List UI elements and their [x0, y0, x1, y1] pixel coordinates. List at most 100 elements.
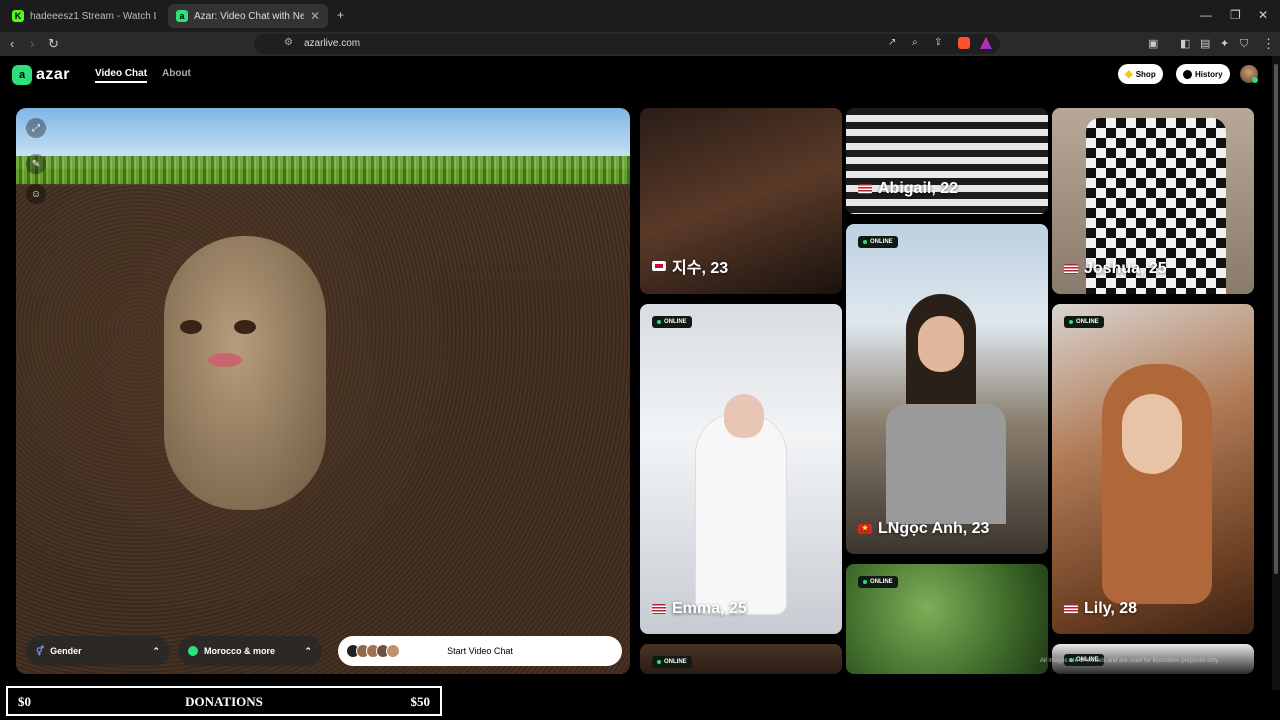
gender-icon: ⚥ — [36, 645, 45, 656]
brave-shields-icon[interactable] — [958, 37, 970, 49]
back-icon[interactable]: ‹ — [10, 36, 14, 52]
browser-tab-bar: K hadeeesz1 Stream - Watch Live on K a A… — [0, 0, 1280, 32]
browser-tab-azar[interactable]: a Azar: Video Chat with New P ✕ — [168, 4, 328, 28]
site-settings-icon[interactable]: ⚙ — [284, 37, 293, 48]
profile-card[interactable]: 지수, 23 — [640, 108, 842, 294]
online-badge: ONLINE — [652, 316, 692, 328]
start-label: Start Video Chat — [447, 646, 513, 656]
profile-photo — [1122, 394, 1182, 474]
face-filter-icon[interactable]: ☺ — [26, 184, 46, 204]
profile-card[interactable]: ONLINE — [846, 564, 1048, 674]
grass-background — [16, 156, 630, 186]
browser-tab-kick[interactable]: K hadeeesz1 Stream - Watch Live on K — [4, 4, 164, 28]
sidebar-icon[interactable]: ◧ — [1180, 36, 1190, 52]
new-tab-button[interactable]: + — [337, 8, 344, 22]
potato-left-eye — [180, 320, 202, 334]
page-scrollbar[interactable] — [1272, 56, 1280, 690]
chevron-up-icon: ⌃ — [152, 645, 160, 656]
profile-card[interactable]: ONLINE Lily, 28 — [1052, 304, 1254, 634]
reload-icon[interactable]: ↻ — [48, 36, 59, 52]
online-status-dot — [1252, 77, 1258, 83]
nav-video-chat[interactable]: Video Chat — [95, 68, 148, 83]
gem-icon: ◆ — [1125, 68, 1133, 80]
online-dot-icon — [657, 320, 661, 324]
donations-overlay: $0 DONATIONS $50 — [6, 686, 442, 716]
profile-name: ★ LNgọc Anh, 23 — [858, 520, 989, 538]
gender-filter[interactable]: ⚥ Gender ⌃ — [26, 636, 170, 666]
start-video-chat-button[interactable]: Start Video Chat — [338, 636, 622, 666]
region-label: Morocco & more — [204, 646, 276, 656]
online-dot-icon — [863, 240, 867, 244]
us-flag-icon — [1064, 604, 1078, 614]
donations-title: DONATIONS — [185, 694, 263, 709]
reader-icon[interactable]: ▣ — [1148, 36, 1158, 52]
profile-photo — [696, 414, 786, 614]
zoom-icon[interactable]: ⌕ — [912, 37, 918, 48]
us-flag-icon — [652, 604, 666, 614]
profile-card[interactable]: ONLINE Emma, 25 — [640, 304, 842, 634]
profile-card[interactable]: ONLINE — [640, 644, 842, 674]
minimize-icon[interactable]: — — [1200, 8, 1212, 22]
history-button[interactable]: History — [1176, 64, 1230, 84]
chevron-up-icon: ⌃ — [304, 645, 312, 656]
tab-title: Azar: Video Chat with New P — [194, 10, 304, 22]
kick-favicon-icon: K — [12, 10, 24, 22]
url-text: azarlive.com — [304, 38, 361, 49]
vpn-icon[interactable]: ⛉ — [1240, 36, 1248, 52]
brave-rewards-icon[interactable] — [980, 37, 992, 49]
online-badge: ONLINE — [1064, 316, 1104, 328]
share-icon[interactable]: ⇪ — [934, 37, 942, 48]
menu-icon[interactable]: ⋮ — [1262, 36, 1275, 52]
profile-card[interactable]: Joshua, 25 — [1052, 108, 1254, 294]
online-label: ONLINE — [870, 239, 893, 245]
profile-card[interactable]: ONLINE ★ LNgọc Anh, 23 — [846, 224, 1048, 554]
globe-icon — [188, 646, 198, 656]
shop-label: Shop — [1135, 69, 1156, 79]
azar-logo[interactable]: a azar — [12, 65, 70, 85]
online-badge: ONLINE — [858, 576, 898, 588]
close-tab-icon[interactable]: ✕ — [310, 9, 320, 23]
potato-mouth — [208, 353, 242, 367]
clock-icon — [1183, 69, 1192, 79]
vn-flag-icon: ★ — [858, 524, 872, 534]
online-label: ONLINE — [664, 319, 687, 325]
region-filter[interactable]: Morocco & more ⌃ — [178, 636, 322, 666]
us-flag-icon — [1064, 264, 1078, 274]
potato-face-filter — [164, 236, 326, 510]
app-header: a azar Video Chat About ◆ Shop History — [0, 56, 1280, 104]
shop-button[interactable]: ◆ Shop — [1118, 64, 1163, 84]
profile-name-text: Abigail, 22 — [878, 180, 959, 197]
forward-icon[interactable]: › — [30, 36, 34, 52]
maximize-icon[interactable]: ❐ — [1230, 8, 1241, 22]
profile-name-text: 지수, 23 — [672, 260, 729, 277]
disclaimer-text: All images are of models and are used fo… — [1040, 658, 1220, 664]
gender-label: Gender — [50, 646, 82, 656]
match-controls: ⚥ Gender ⌃ Morocco & more ⌃ Start Video … — [16, 634, 630, 674]
azar-favicon-icon: a — [176, 10, 188, 22]
online-label: ONLINE — [664, 659, 687, 665]
online-badge: ONLINE — [652, 656, 692, 668]
profile-name-text: Lily, 28 — [1084, 600, 1138, 617]
online-badge: ONLINE — [858, 236, 898, 248]
potato-right-eye — [234, 320, 256, 334]
expand-icon[interactable]: ⤢ — [26, 118, 46, 138]
address-bar[interactable]: ⚙ azarlive.com ↗ ⌕ ⇪ — [254, 34, 1000, 54]
kr-flag-icon — [652, 261, 666, 271]
online-dot-icon — [1069, 320, 1073, 324]
nav-about[interactable]: About — [162, 68, 191, 79]
magic-wand-icon[interactable]: ✎ — [26, 154, 46, 174]
profile-photo — [886, 404, 1006, 524]
profile-name: Emma, 25 — [652, 600, 747, 618]
open-external-icon[interactable]: ↗ — [888, 37, 896, 48]
scrollbar-thumb[interactable] — [1274, 64, 1278, 574]
close-window-icon[interactable]: ✕ — [1258, 8, 1268, 22]
profile-photo — [918, 316, 964, 372]
online-label: ONLINE — [1076, 319, 1099, 325]
profile-name: Lily, 28 — [1064, 600, 1137, 618]
online-dot-icon — [657, 660, 661, 664]
wallet-icon[interactable]: ▤ — [1200, 36, 1210, 52]
profile-card[interactable]: Abigail, 22 — [846, 108, 1048, 214]
profile-name: Joshua, 25 — [1064, 260, 1167, 278]
leo-ai-icon[interactable]: ✦ — [1220, 36, 1229, 52]
azar-logo-icon: a — [12, 65, 32, 85]
